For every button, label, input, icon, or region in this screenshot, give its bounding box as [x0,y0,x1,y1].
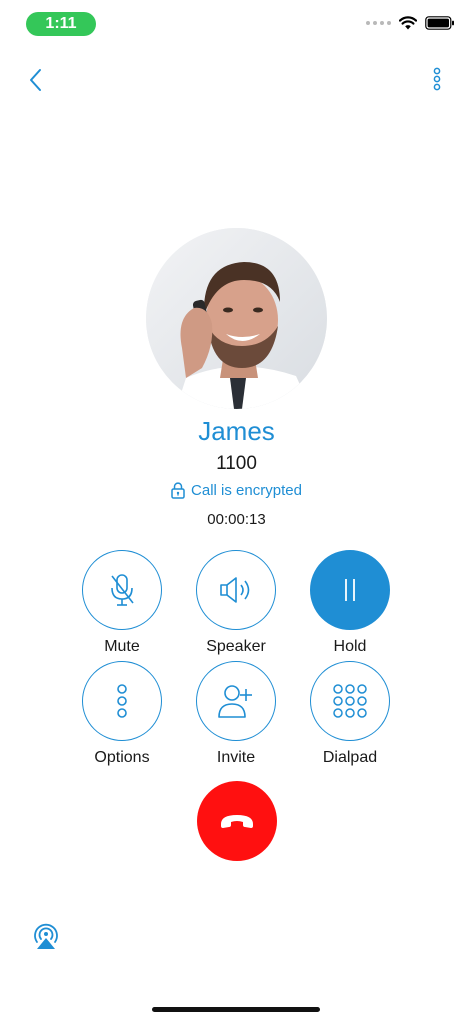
add-user-icon [218,685,252,718]
speaker-button[interactable] [196,550,276,630]
end-call-button[interactable] [197,781,277,861]
signal-icon [366,21,391,25]
call-duration: 00:00:13 [207,511,266,528]
dialpad-button[interactable] [310,661,390,741]
hang-up-icon [221,815,253,828]
chevron-left-icon [30,69,41,91]
caller-name: James [198,416,275,446]
hold-label: Hold [333,638,367,655]
speaker-label: Speaker [206,638,266,655]
dialpad-icon [333,684,367,718]
hold-button[interactable] [310,550,390,630]
speaker-icon [220,577,250,603]
more-options-button[interactable] [427,66,447,94]
microphone-off-icon [111,574,134,606]
caller-avatar [146,228,327,409]
status-indicators [366,16,455,30]
invite-control: Invite [186,661,286,767]
dialpad-label: Dialpad [322,749,378,766]
options-button[interactable] [82,661,162,741]
encryption-label: Call is encrypted [191,482,302,499]
more-vertical-icon [433,67,441,91]
mute-control: Mute [72,550,172,656]
options-control: Options [72,661,172,767]
back-button[interactable] [24,66,48,94]
home-indicator[interactable] [152,1007,320,1012]
caller-number: 1100 [216,453,257,474]
encryption-status: Call is encrypted [0,482,473,499]
mute-label: Mute [104,638,140,655]
lock-icon [171,482,185,499]
hold-control: Hold [300,550,400,656]
invite-button[interactable] [196,661,276,741]
more-vertical-icon [117,684,127,718]
invite-label: Invite [216,749,256,766]
airplay-button[interactable] [31,922,61,950]
mute-button[interactable] [82,550,162,630]
airplay-icon [34,923,58,949]
wifi-icon [399,16,417,30]
battery-icon [425,16,454,30]
status-time: 1:11 [26,12,96,36]
dialpad-control: Dialpad [300,661,400,767]
pause-icon [345,579,355,601]
speaker-control: Speaker [186,550,286,656]
options-label: Options [94,749,150,766]
